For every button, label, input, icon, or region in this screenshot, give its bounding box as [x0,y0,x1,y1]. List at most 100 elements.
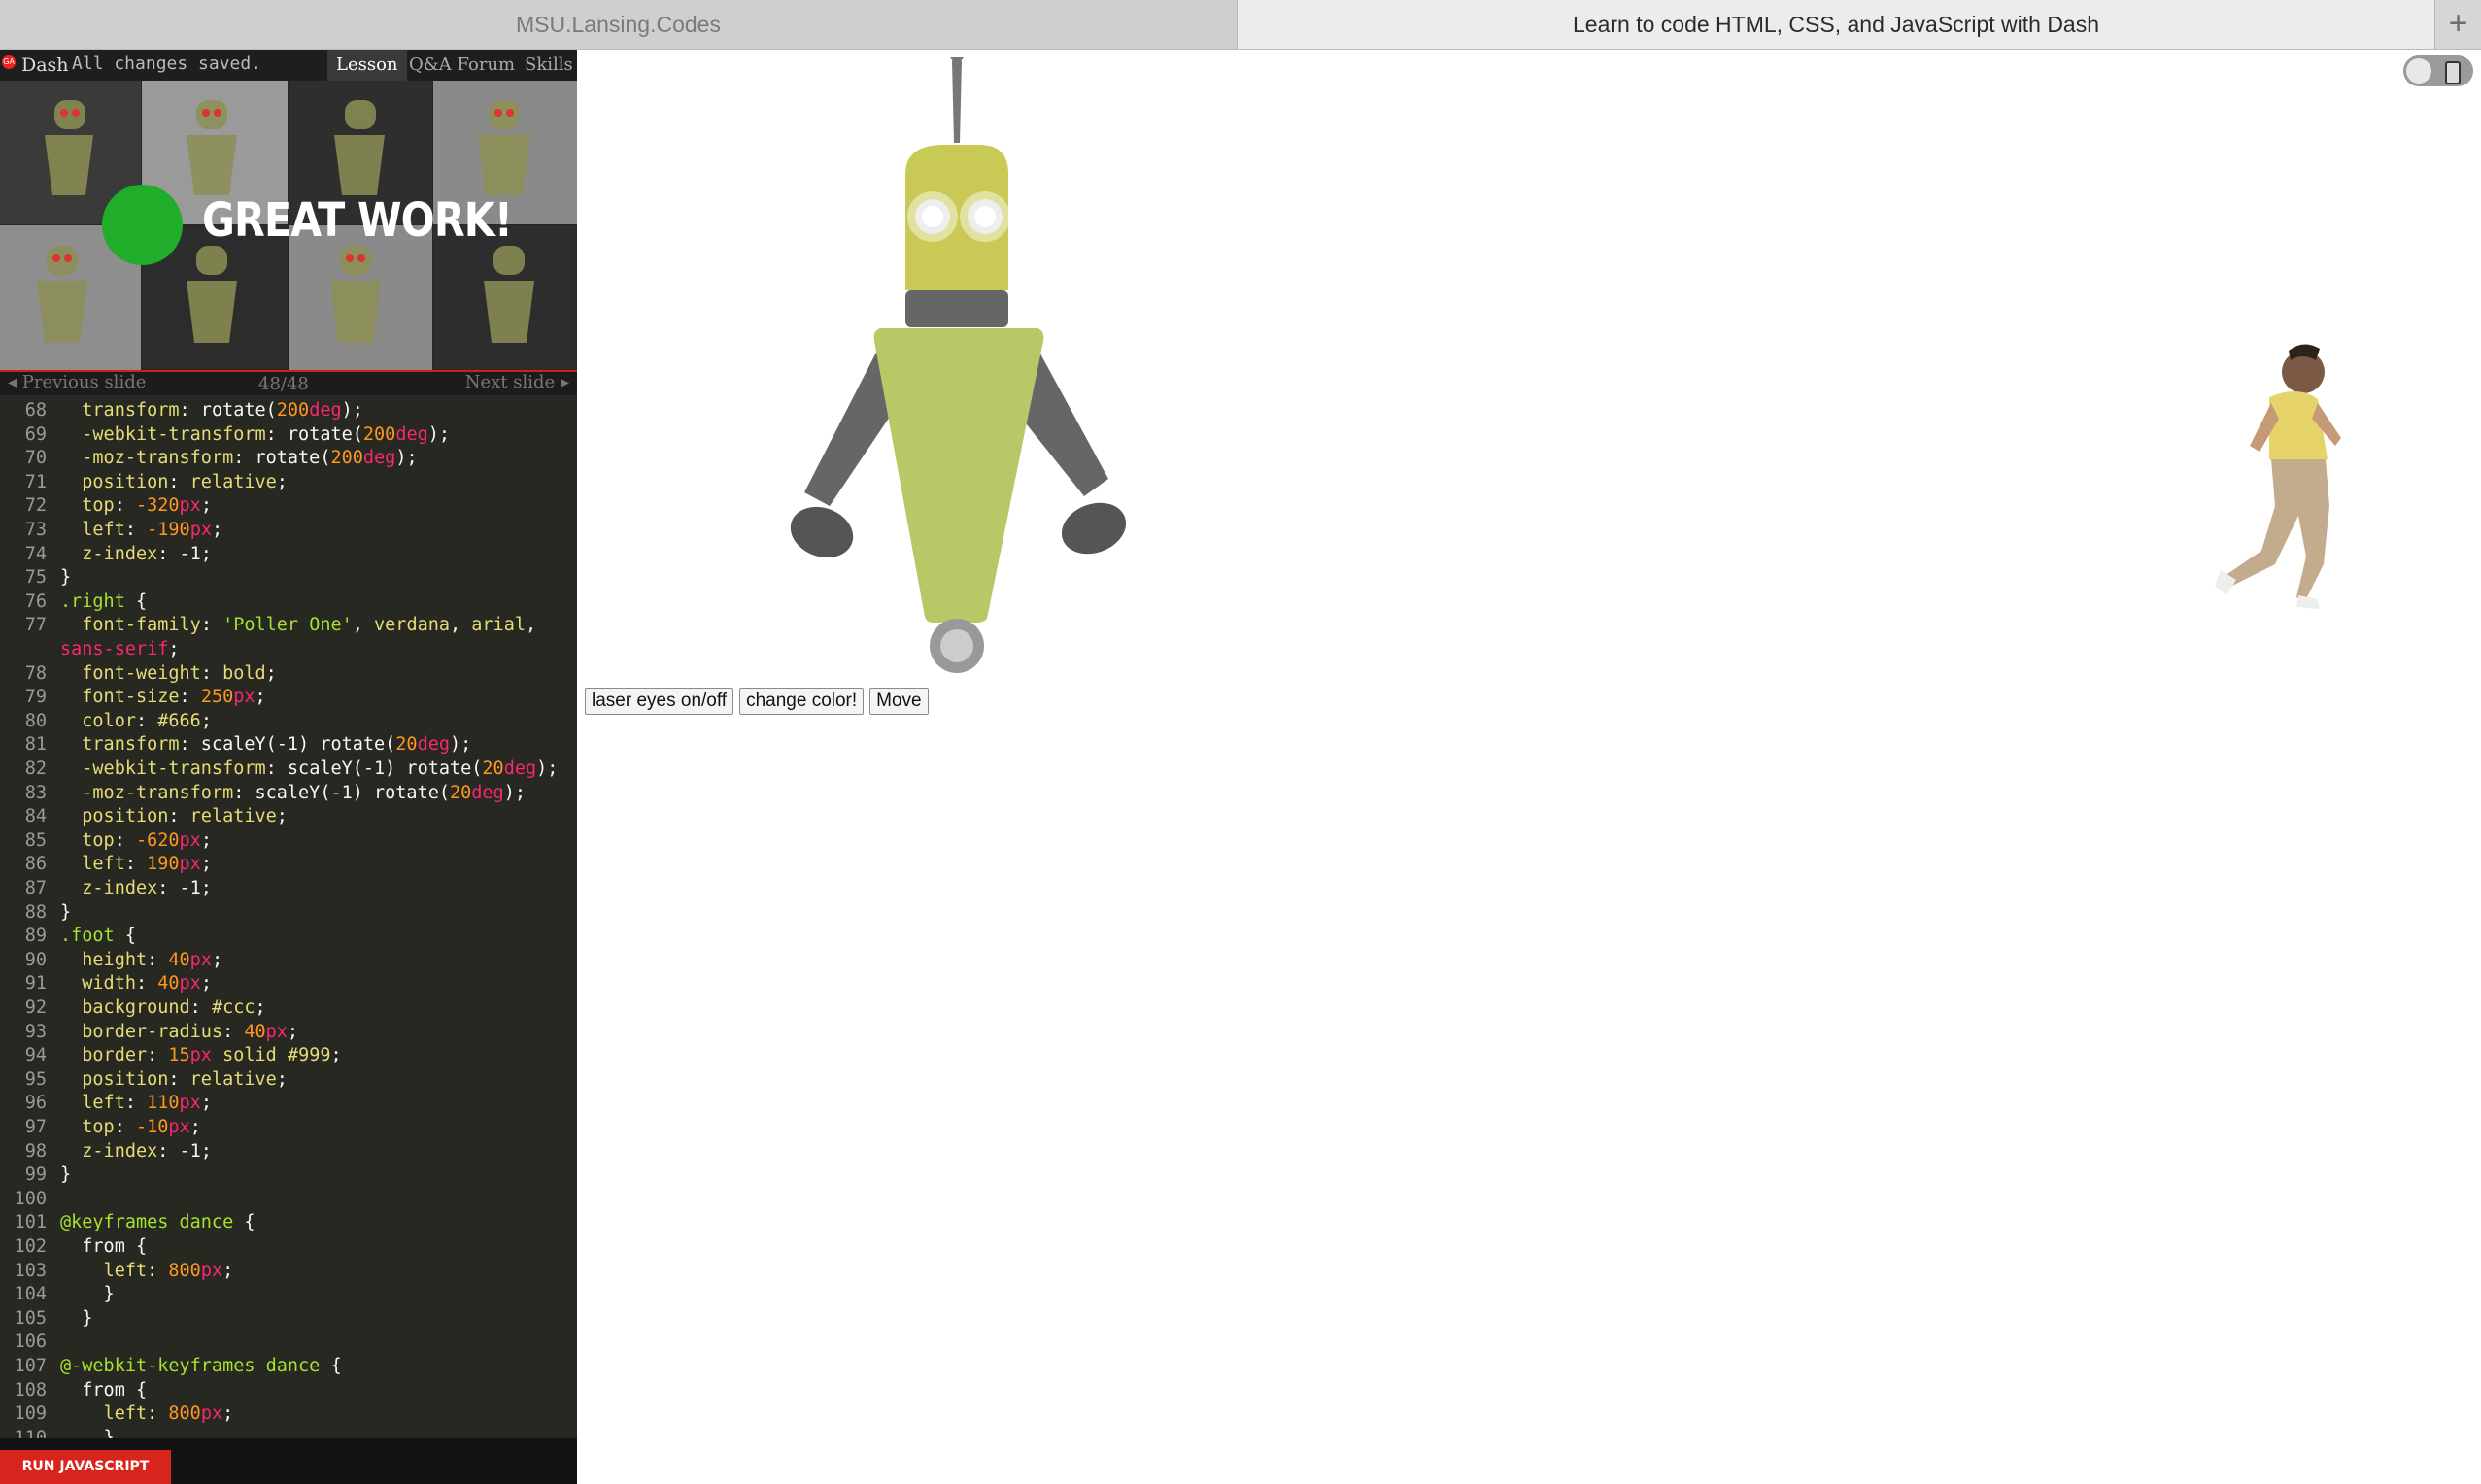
code-line[interactable]: 85 top: -620px; [0,829,212,853]
new-tab-button[interactable]: + [2435,0,2481,49]
code-line[interactable]: 95 position: relative; [0,1068,288,1092]
browser-tab-dash[interactable]: Learn to code HTML, CSS, and JavaScript … [1238,0,2435,49]
line-number: 96 [24,1093,47,1114]
line-number: 82 [24,759,47,779]
code-line[interactable]: 107 @-webkit-keyframes dance { [0,1355,342,1378]
code-line[interactable]: 91 width: 40px; [0,972,212,995]
previous-slide-button[interactable]: ◂ Previous slide [8,372,146,392]
line-number: 104 [14,1284,47,1305]
code-line[interactable]: 88} [0,901,71,925]
code-line[interactable]: 110 } [0,1427,115,1438]
line-number: 70 [24,448,47,469]
next-slide-button[interactable]: Next slide ▸ [465,372,569,392]
code-line[interactable]: 105 } [0,1307,93,1331]
code-line[interactable]: 86 left: 190px; [0,853,212,876]
code-line[interactable]: 76 .right { [0,590,147,614]
line-number: 98 [24,1140,47,1162]
code-line[interactable]: 108 from { [0,1379,148,1402]
lesson-slide: GREAT WORK! [0,81,577,370]
run-javascript-button[interactable]: RUN JAVASCRIPT [0,1450,171,1484]
code-line[interactable]: 101 @keyframes dance { [0,1211,255,1234]
line-number: 99 [24,1164,47,1186]
code-line[interactable]: 68 transform: rotate(200deg); [0,399,363,422]
code-text: left: 800px; [103,1403,234,1425]
line-number: 84 [24,806,47,827]
move-button[interactable]: Move [869,688,929,715]
code-line[interactable]: 80 color: #666; [0,710,212,733]
code-line[interactable]: 103 left: 800px; [0,1260,234,1283]
code-line[interactable]: 72 top: -320px; [0,494,212,518]
line-number: 80 [24,710,47,731]
code-text: width: 40px; [82,973,212,995]
robot-right-hand [1061,502,1127,555]
code-line[interactable]: 73 left: -190px; [0,519,222,542]
code-text: -moz-transform: scaleY(-1) rotate(20deg)… [82,782,526,803]
code-line[interactable]: 81 transform: scaleY(-1) rotate(20deg); [0,733,472,757]
ide-panel: GA Dash All changes saved. Lesson Q&A Fo… [0,50,577,1484]
code-line[interactable]: 109 left: 800px; [0,1402,234,1426]
preview-button-row: laser eyes on/off change color! Move [585,688,935,715]
code-text: from { [60,1379,148,1400]
line-number: 78 [24,662,47,684]
line-number: 73 [24,520,47,540]
phone-icon [2445,61,2461,84]
code-text: -webkit-transform: scaleY(-1) rotate(20d… [82,759,559,779]
code-line[interactable]: 77 font-family: 'Poller One', verdana, a… [0,614,536,637]
line-number: 97 [24,1117,47,1137]
code-line[interactable]: 74 z-index: -1; [0,543,212,566]
code-line[interactable]: 87 z-index: -1; [0,877,212,900]
tab-skills[interactable]: Skills [516,50,582,81]
code-line[interactable]: 90 height: 40px; [0,949,222,972]
code-line[interactable]: 97 top: -10px; [0,1116,201,1139]
line-number: 81 [24,734,47,756]
laser-eyes-button[interactable]: laser eyes on/off [585,688,734,715]
code-line[interactable]: 82 -webkit-transform: scaleY(-1) rotate(… [0,758,559,781]
code-line[interactable]: 99} [0,1164,71,1187]
tab-qa-forum[interactable]: Q&A Forum [400,50,524,81]
robot-neck [905,290,1008,327]
change-color-button[interactable]: change color! [739,688,865,715]
line-number: 68 [24,400,47,421]
tab-lesson[interactable]: Lesson [327,50,407,81]
code-line[interactable]: 104 } [0,1283,115,1306]
code-line[interactable]: 71 position: relative; [0,471,288,494]
code-text: z-index: -1; [82,878,212,898]
code-editor[interactable]: 68 transform: rotate(200deg); 69 -webkit-… [0,395,577,1438]
code-line[interactable]: 94 border: 15px solid #999; [0,1044,342,1067]
code-text: @keyframes dance { [60,1212,255,1233]
toggle-switch-icon[interactable] [2403,55,2473,86]
line-number: 69 [24,423,47,445]
brand-name[interactable]: Dash [21,54,69,76]
line-number: 92 [24,997,47,1018]
code-line[interactable]: 83 -moz-transform: scaleY(-1) rotate(20d… [0,782,526,805]
line-number: 109 [14,1403,47,1425]
code-line[interactable]: 79 font-size: 250px; [0,686,266,709]
code-line[interactable]: 93 border-radius: 40px; [0,1021,298,1044]
code-line[interactable]: 84 position: relative; [0,805,288,828]
slide-navigation: ◂ Previous slide 48/48 Next slide ▸ [0,370,577,395]
code-line[interactable]: 69 -webkit-transform: rotate(200deg); [0,423,450,447]
code-text: left: 110px; [82,1093,212,1114]
code-line[interactable]: 96 left: 110px; [0,1092,212,1115]
code-line[interactable]: 89 .foot { [0,925,136,948]
code-line[interactable]: 75} [0,566,71,590]
line-number: 108 [14,1379,47,1400]
code-text: -webkit-transform: rotate(200deg); [82,423,451,445]
code-line[interactable]: 100 [0,1188,60,1211]
line-number: 90 [24,949,47,970]
code-line[interactable]: sans-serif; [0,638,180,661]
line-number: 91 [24,973,47,995]
code-text: } [60,1164,72,1186]
line-number: 88 [24,901,47,923]
code-line[interactable]: 70 -moz-transform: rotate(200deg); [0,447,418,470]
code-line[interactable]: 92 background: #ccc; [0,996,266,1020]
browser-tab-msu[interactable]: MSU.Lansing.Codes [0,0,1238,49]
code-line[interactable]: 98 z-index: -1; [0,1140,212,1164]
line-number: 110 [14,1427,47,1438]
code-line[interactable]: 102 from { [0,1235,148,1259]
code-text: .foot { [60,926,136,947]
code-line[interactable]: 78 font-weight: bold; [0,662,277,686]
code-line[interactable]: 106 [0,1331,60,1354]
browser-tab-bar: MSU.Lansing.Codes Learn to code HTML, CS… [0,0,2481,50]
line-number: 94 [24,1045,47,1066]
